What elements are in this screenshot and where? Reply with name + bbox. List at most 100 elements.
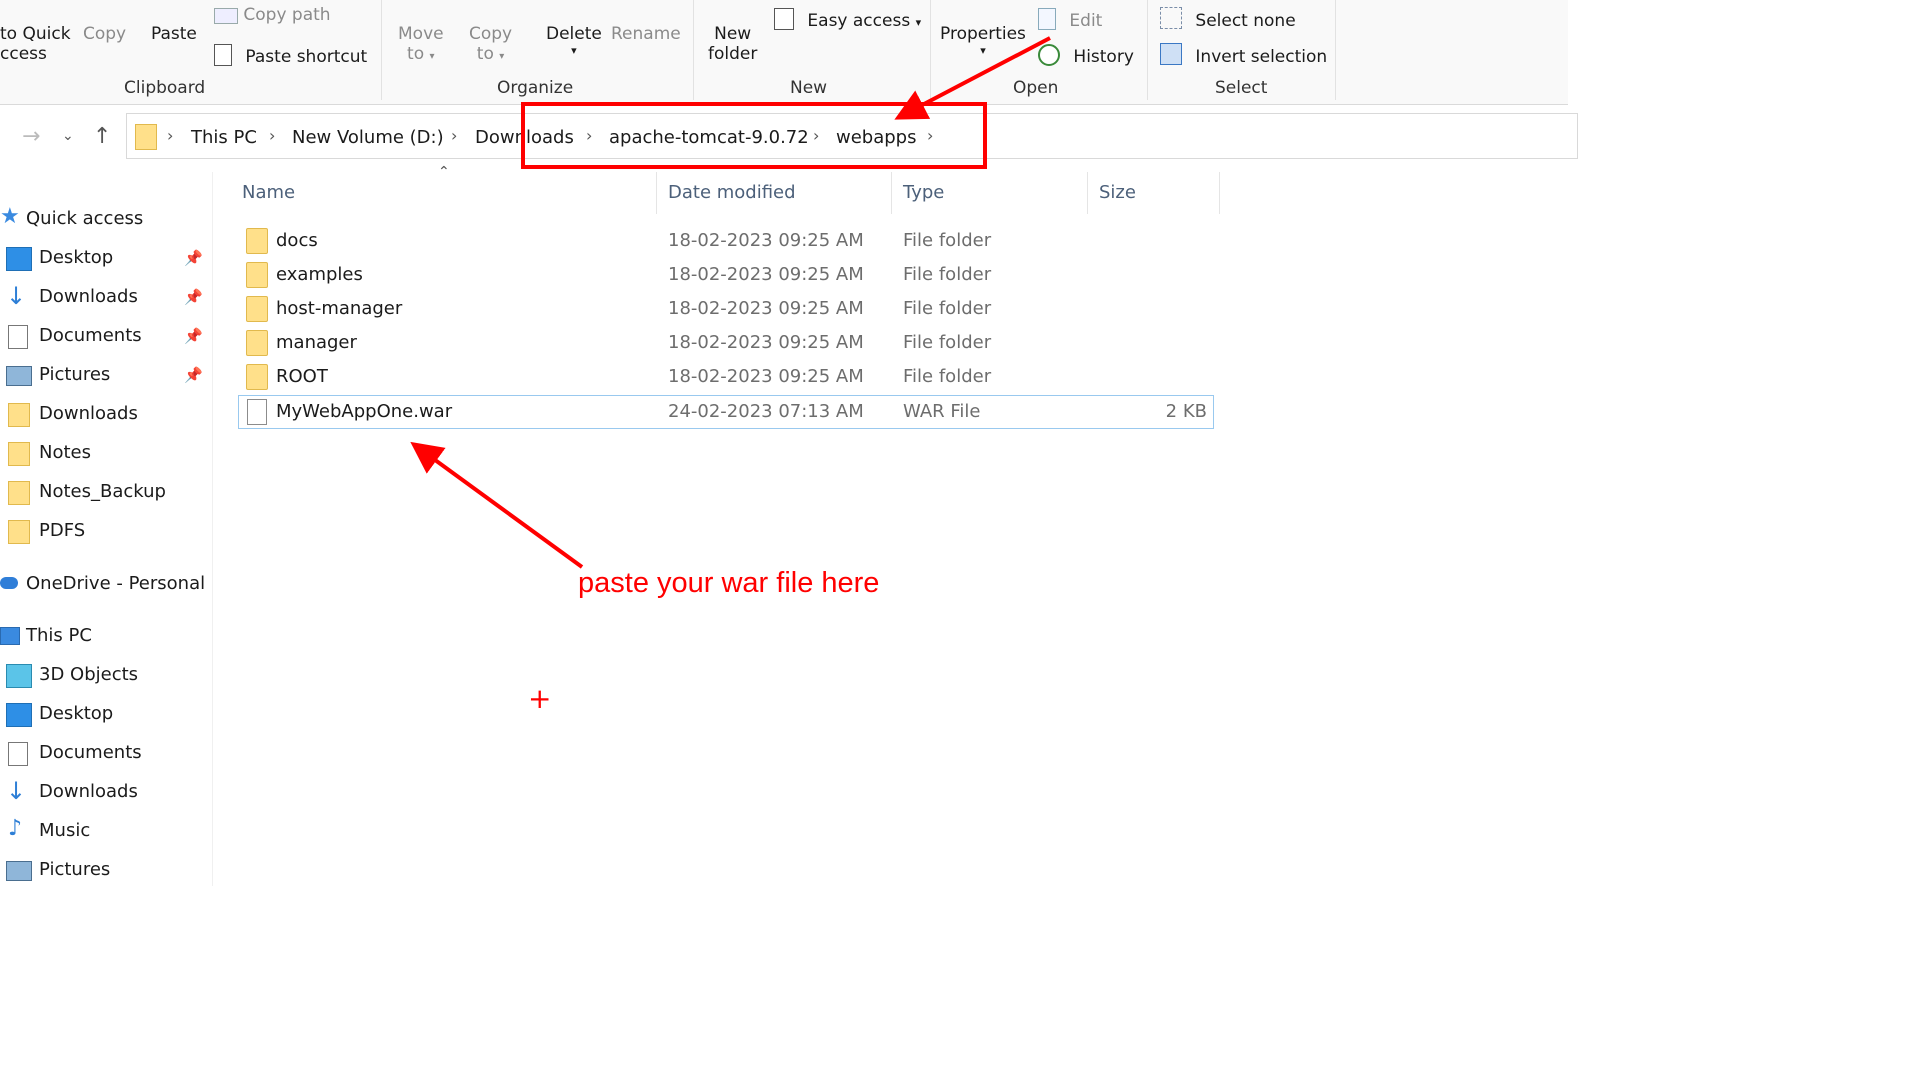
sidebar-item-label: OneDrive - Personal xyxy=(26,573,206,594)
sidebar-item-onedrive[interactable]: OneDrive - Personal xyxy=(0,567,212,603)
copy-to-button[interactable]: Copy to ▾ xyxy=(469,24,512,64)
folder-icon xyxy=(246,262,268,288)
chevron-down-icon: ▾ xyxy=(429,51,435,62)
history-button[interactable]: History xyxy=(1038,40,1134,67)
table-row[interactable]: host-manager 18-02-2023 09:25 AM File fo… xyxy=(238,292,1214,326)
file-name: manager xyxy=(276,332,357,353)
sidebar-item-notes[interactable]: Notes xyxy=(0,436,212,472)
pin-to-quick-access-button[interactable]: to Quick ccess xyxy=(0,24,71,64)
file-name: MyWebAppOne.war xyxy=(276,401,453,422)
breadcrumb-this-pc[interactable]: This PC xyxy=(191,127,257,148)
open-group-label: Open xyxy=(1013,78,1059,98)
table-row[interactable]: manager 18-02-2023 09:25 AM File folder xyxy=(238,326,1214,360)
sort-ascending-icon: ⌃ xyxy=(438,164,450,180)
cursor-crosshair: + xyxy=(528,682,552,715)
column-divider xyxy=(1219,172,1220,214)
download-arrow-icon: ↓ xyxy=(6,282,27,310)
folder-icon xyxy=(246,364,268,390)
desktop-icon xyxy=(6,703,32,727)
sidebar-item-pc-pictures[interactable]: Pictures xyxy=(0,853,212,889)
table-row[interactable]: ROOT 18-02-2023 09:25 AM File folder xyxy=(238,360,1214,394)
table-row-selected[interactable]: MyWebAppOne.war 24-02-2023 07:13 AM WAR … xyxy=(238,395,1214,429)
file-date: 18-02-2023 09:25 AM xyxy=(668,264,864,285)
navigation-pane: ★ Quick access Desktop 📌 ↓ Downloads 📌 D… xyxy=(0,172,213,886)
recent-locations-chevron-icon[interactable]: ⌄ xyxy=(62,128,74,144)
easy-access-button[interactable]: Easy access ▾ xyxy=(774,4,921,31)
file-size: 2 KB xyxy=(1165,401,1207,422)
delete-button[interactable]: Delete ▾ xyxy=(546,24,602,57)
file-type: File folder xyxy=(903,230,992,251)
pictures-icon xyxy=(6,861,32,881)
pin-icon: 📌 xyxy=(184,366,203,384)
ribbon-divider xyxy=(693,0,694,100)
file-date: 18-02-2023 09:25 AM xyxy=(668,366,864,387)
copy-button[interactable]: Copy xyxy=(83,24,126,44)
sidebar-item-music[interactable]: ♪ Music xyxy=(0,814,212,850)
chevron-right-icon: › xyxy=(167,126,174,145)
sidebar-item-label: Notes xyxy=(39,442,91,463)
history-label: History xyxy=(1073,47,1134,67)
file-type: File folder xyxy=(903,298,992,319)
sidebar-item-pdfs[interactable]: PDFS xyxy=(0,514,212,550)
star-icon: ★ xyxy=(0,204,20,229)
file-name: examples xyxy=(276,264,363,285)
pin-icon: 📌 xyxy=(184,327,203,345)
sidebar-item-label: Downloads xyxy=(39,286,138,307)
file-date: 18-02-2023 09:25 AM xyxy=(668,332,864,353)
rename-button[interactable]: Rename xyxy=(611,24,681,44)
arrow-to-war-file xyxy=(410,441,584,569)
new-folder-button[interactable]: New folder xyxy=(708,24,757,64)
annotation-text: paste your war file here xyxy=(578,567,880,599)
sidebar-item-label: This PC xyxy=(26,625,92,646)
sidebar-item-pc-documents[interactable]: Documents xyxy=(0,736,212,772)
paste-shortcut-button[interactable]: Paste shortcut xyxy=(214,40,367,67)
edit-button[interactable]: Edit xyxy=(1038,4,1102,31)
folder-icon xyxy=(246,296,268,322)
sidebar-item-quick-access[interactable]: ★ Quick access xyxy=(0,202,212,238)
sidebar-item-downloads-folder[interactable]: Downloads xyxy=(0,397,212,433)
table-row[interactable]: examples 18-02-2023 09:25 AM File folder xyxy=(238,258,1214,292)
paste-shortcut-icon xyxy=(214,44,232,66)
table-row[interactable]: docs 18-02-2023 09:25 AM File folder xyxy=(238,224,1214,258)
file-name: docs xyxy=(276,230,318,251)
sidebar-item-label: 3D Objects xyxy=(39,664,139,685)
properties-button[interactable]: Properties ▾ xyxy=(940,24,1026,57)
chevron-down-icon: ▾ xyxy=(499,51,505,62)
paste-button[interactable]: Paste xyxy=(151,24,197,44)
copy-path-label: Copy path xyxy=(243,5,331,25)
sidebar-item-label: Documents xyxy=(39,325,142,346)
select-none-button[interactable]: Select none xyxy=(1160,4,1296,31)
sidebar-item-pc-downloads[interactable]: ↓ Downloads xyxy=(0,775,212,811)
column-header-type[interactable]: Type xyxy=(903,182,944,203)
sidebar-item-downloads[interactable]: ↓ Downloads 📌 xyxy=(0,280,212,316)
up-arrow-icon[interactable]: ↑ xyxy=(93,124,111,149)
organize-group-label: Organize xyxy=(497,78,574,98)
move-to-button[interactable]: Move to ▾ xyxy=(398,24,444,64)
move-to-line1: Move xyxy=(398,24,444,44)
easy-access-label: Easy access xyxy=(807,11,911,31)
paste-label: Paste xyxy=(151,24,197,44)
sidebar-item-desktop[interactable]: Desktop 📌 xyxy=(0,241,212,277)
sidebar-item-documents[interactable]: Documents 📌 xyxy=(0,319,212,355)
sidebar-item-label: Music xyxy=(39,820,91,841)
copy-path-button[interactable]: Copy path xyxy=(214,4,331,25)
ribbon-divider xyxy=(381,0,382,100)
invert-selection-icon xyxy=(1160,43,1182,65)
ribbon-divider xyxy=(1335,0,1336,100)
folder-icon xyxy=(8,520,30,544)
breadcrumb-new-volume[interactable]: New Volume (D:) xyxy=(292,127,444,148)
sidebar-item-3d-objects[interactable]: 3D Objects xyxy=(0,658,212,694)
sidebar-item-pictures[interactable]: Pictures 📌 xyxy=(0,358,212,394)
column-header-size[interactable]: Size xyxy=(1099,182,1136,203)
sidebar-item-pc-desktop[interactable]: Desktop xyxy=(0,697,212,733)
sidebar-item-label: PDFS xyxy=(39,520,86,541)
forward-arrow-icon[interactable]: → xyxy=(22,124,40,149)
sidebar-item-notes-backup[interactable]: Notes_Backup xyxy=(0,475,212,511)
column-header-date-modified[interactable]: Date modified xyxy=(668,182,796,203)
folder-icon xyxy=(8,481,30,505)
desktop-icon xyxy=(6,247,32,271)
paste-shortcut-label: Paste shortcut xyxy=(245,47,368,67)
sidebar-item-this-pc[interactable]: This PC xyxy=(0,619,212,655)
invert-selection-button[interactable]: Invert selection xyxy=(1160,40,1327,67)
column-header-name[interactable]: Name xyxy=(242,182,295,203)
